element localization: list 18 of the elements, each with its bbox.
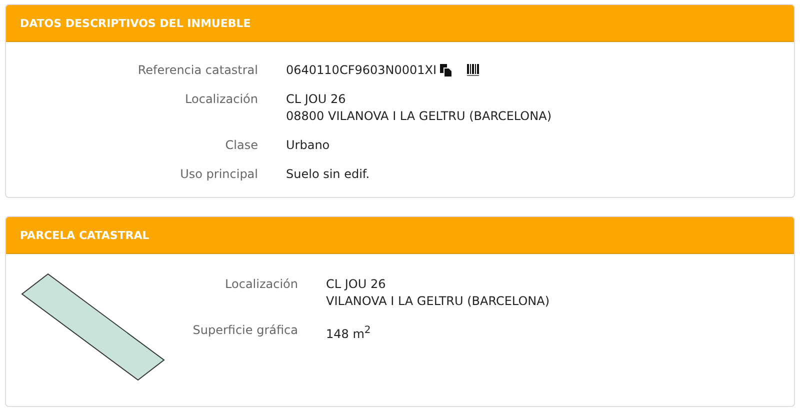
- barcode-icon[interactable]: [466, 64, 479, 77]
- field-value: 0640110CF9603N0001XI: [286, 62, 437, 79]
- section-title: PARCELA CATASTRAL: [20, 228, 150, 242]
- copy-icon[interactable]: [440, 64, 452, 77]
- field-label: Referencia catastral: [136, 62, 258, 79]
- field-label: Clase: [224, 137, 258, 154]
- field-label: Localización: [224, 276, 298, 293]
- field-label: Uso principal: [179, 166, 258, 183]
- field-value: Suelo sin edif.: [286, 166, 370, 183]
- field-label: Localización: [184, 91, 258, 108]
- field-value: CL JOU 26: [326, 276, 386, 293]
- section-title: DATOS DESCRIPTIVOS DEL INMUEBLE: [20, 16, 251, 30]
- field-value: 08800 VILANOVA I LA GELTRU (BARCELONA): [286, 108, 552, 125]
- field-value: 148 m$^{2}$: [326, 324, 371, 343]
- field-label: Superficie gráfica: [192, 322, 298, 339]
- field-value: VILANOVA I LA GELTRU (BARCELONA): [326, 293, 550, 310]
- field-value: CL JOU 26: [286, 91, 346, 108]
- field-value: Urbano: [286, 137, 330, 154]
